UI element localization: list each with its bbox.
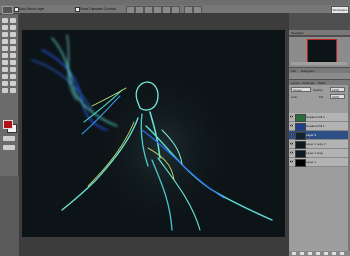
- magic-wand-tool-icon[interactable]: [10, 25, 16, 30]
- light-painting-figure: [31, 34, 273, 231]
- hand-tool-icon[interactable]: [2, 88, 8, 93]
- image-canvas[interactable]: [22, 30, 285, 237]
- zoom-tool-icon[interactable]: [10, 88, 16, 93]
- layer-row[interactable]: Layer 1 copy: [289, 149, 350, 158]
- layer-thumbnail: [295, 159, 306, 167]
- gradient-tool-icon[interactable]: [10, 53, 16, 58]
- fill-field[interactable]: 100%: [330, 94, 345, 99]
- info-panel: [289, 73, 350, 79]
- layer-mask-icon[interactable]: [308, 252, 312, 255]
- auto-select-label: Auto-Select Layer: [19, 6, 45, 11]
- layer-style-icon[interactable]: [300, 252, 304, 255]
- trash-icon[interactable]: [340, 252, 344, 255]
- visibility-eye-icon[interactable]: [290, 115, 293, 118]
- brush-tool-icon[interactable]: [10, 39, 16, 44]
- document-window: [19, 13, 289, 256]
- tools-panel: [0, 15, 19, 176]
- quick-mask-icon[interactable]: [3, 136, 15, 141]
- tab-histogram[interactable]: Histogram: [301, 69, 315, 73]
- tool-preset-picker[interactable]: [2, 6, 13, 14]
- notes-tool-icon[interactable]: [2, 81, 8, 86]
- visibility-eye-icon[interactable]: [290, 142, 293, 145]
- layer-name: Gradient Fill 1: [306, 123, 325, 128]
- foreground-color-swatch[interactable]: [3, 120, 13, 129]
- new-layer-icon[interactable]: [332, 252, 336, 255]
- navigator-tabs: Navigator: [289, 30, 350, 35]
- show-transform-label: Show Transform Controls: [80, 6, 116, 11]
- link-layers-icon[interactable]: [292, 252, 296, 255]
- layer-thumbnail: [295, 114, 306, 122]
- panels-dock: Navigator Info Histogram Layers Channels…: [289, 13, 350, 256]
- layer-thumbnail: [295, 123, 306, 131]
- opacity-field[interactable]: 100%: [330, 87, 345, 92]
- layers-panel: Screen Opacity: 100% Lock: Fill: 100% Gr…: [289, 85, 350, 256]
- slice-tool-icon[interactable]: [10, 32, 16, 37]
- crop-tool-icon[interactable]: [2, 32, 8, 37]
- layer-thumbnail: [295, 141, 306, 149]
- layer-name: Layer 3: [306, 132, 317, 137]
- clone-stamp-tool-icon[interactable]: [2, 46, 8, 51]
- tab-paths[interactable]: Paths: [318, 81, 326, 85]
- layer-thumbnail: [295, 150, 306, 158]
- eyedropper-tool-icon[interactable]: [10, 81, 16, 86]
- layer-name: Layer 1 copy 2: [306, 141, 326, 146]
- navigator-preview[interactable]: [307, 39, 337, 63]
- layers-footer: [289, 251, 350, 256]
- visibility-eye-icon[interactable]: [290, 151, 293, 154]
- layer-name: Gradient Fill 2: [306, 114, 325, 119]
- pen-tool-icon[interactable]: [2, 74, 8, 79]
- layer-name: Layer 1: [306, 159, 317, 164]
- layer-row[interactable]: Layer 3: [289, 131, 350, 140]
- navigator-zoom-slider[interactable]: [291, 62, 347, 65]
- dodge-tool-icon[interactable]: [10, 60, 16, 65]
- shape-tool-icon[interactable]: [10, 74, 16, 79]
- layer-thumbnail: [295, 132, 306, 140]
- blend-mode-select[interactable]: Screen: [291, 87, 311, 92]
- tab-channels[interactable]: Channels: [302, 81, 315, 85]
- adjustment-layer-icon[interactable]: [316, 252, 320, 255]
- opacity-label: Opacity:: [313, 88, 324, 92]
- blur-tool-icon[interactable]: [2, 60, 8, 65]
- eraser-tool-icon[interactable]: [2, 53, 8, 58]
- navigator-panel: [289, 37, 350, 67]
- marquee-tool-icon[interactable]: [10, 18, 16, 23]
- layer-row[interactable]: Gradient Fill 2: [289, 113, 350, 122]
- path-selection-tool-icon[interactable]: [2, 67, 8, 72]
- visibility-eye-icon[interactable]: [290, 160, 293, 163]
- lock-label: Lock:: [291, 95, 298, 99]
- layer-name: Layer 1 copy: [306, 150, 324, 155]
- new-group-icon[interactable]: [324, 252, 328, 255]
- tab-layers[interactable]: Layers: [291, 81, 300, 85]
- layer-row[interactable]: Layer 1 copy 2: [289, 140, 350, 149]
- history-brush-tool-icon[interactable]: [10, 46, 16, 51]
- fill-label: Fill:: [319, 95, 324, 99]
- screen-mode-icon[interactable]: [3, 145, 15, 150]
- visibility-eye-icon[interactable]: [290, 133, 293, 136]
- healing-brush-tool-icon[interactable]: [2, 39, 8, 44]
- layer-row[interactable]: Layer 1: [289, 158, 350, 167]
- layer-row[interactable]: Gradient Fill 1: [289, 122, 350, 131]
- tab-navigator[interactable]: Navigator: [291, 31, 304, 35]
- move-tool-icon[interactable]: [2, 18, 8, 23]
- visibility-eye-icon[interactable]: [290, 124, 293, 127]
- tab-info[interactable]: Info: [291, 69, 296, 73]
- type-tool-icon[interactable]: [10, 67, 16, 72]
- lasso-tool-icon[interactable]: [2, 25, 8, 30]
